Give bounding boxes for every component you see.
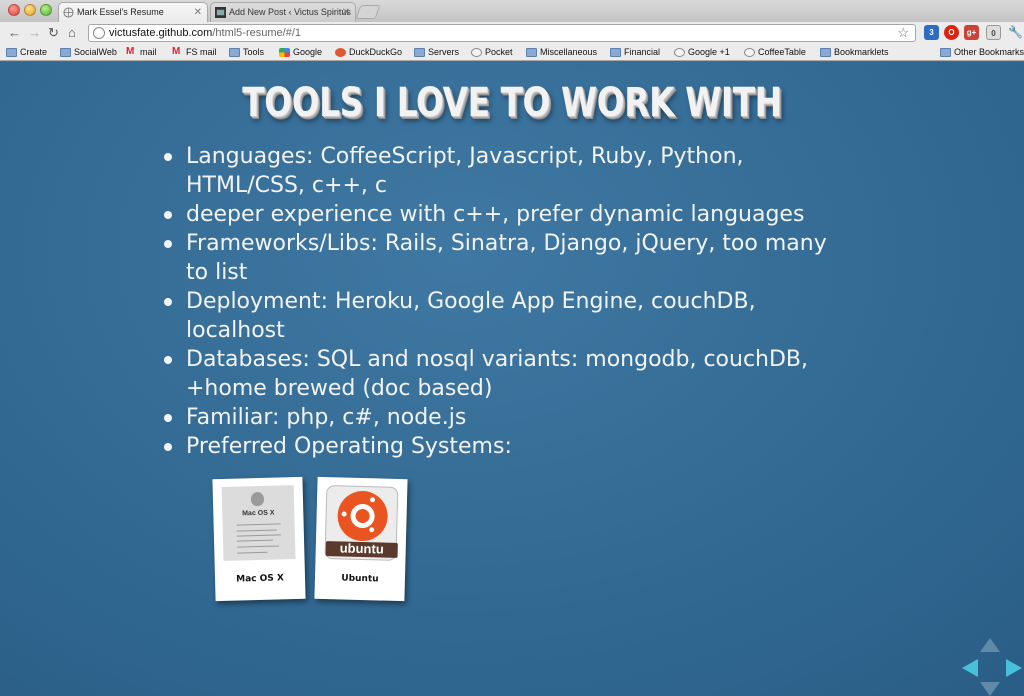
close-icon[interactable]: ✕ (194, 3, 202, 22)
slide-down-arrow-icon[interactable] (980, 682, 1000, 696)
globe-icon (744, 48, 755, 57)
duckduckgo-icon (335, 48, 346, 57)
new-tab-button[interactable] (355, 5, 381, 19)
back-arrow-icon[interactable]: ← (8, 24, 21, 42)
bookmark-google[interactable]: Google (279, 46, 322, 59)
window-close-button[interactable] (8, 4, 20, 16)
extension-icon[interactable]: 3 (924, 25, 939, 40)
bookmark-bookmarklets[interactable]: Bookmarklets (820, 46, 889, 59)
bookmark-fs-mail[interactable]: M FS mail (172, 46, 217, 59)
address-bar[interactable]: victusfate.github.com/html5-resume/#/1 ☆ (88, 24, 916, 42)
folder-icon (610, 48, 621, 57)
slide-up-arrow-icon[interactable] (980, 638, 1000, 652)
list-item: Databases: SQL and nosql variants: mongo… (164, 345, 846, 403)
bookmark-pocket[interactable]: Pocket (471, 46, 513, 59)
bookmark-coffeetable[interactable]: CoffeeTable (744, 46, 806, 59)
globe-icon (674, 48, 685, 57)
globe-icon (63, 7, 74, 18)
bookmark-duckduckgo[interactable]: DuckDuckGo (335, 46, 402, 59)
url-path: /html5-resume/#/1 (212, 27, 301, 39)
gmail-icon: M (172, 46, 181, 57)
text-line-decoration (236, 529, 277, 532)
bookmark-socialweb[interactable]: SocialWeb (60, 46, 117, 59)
counter-badge[interactable]: 0 (986, 25, 1001, 40)
bookmark-create[interactable]: Create (6, 46, 47, 59)
folder-icon (940, 48, 951, 57)
ubuntu-logo: ubuntu (324, 485, 399, 561)
folder-icon (60, 48, 71, 57)
list-item: Preferred Operating Systems: (164, 432, 846, 461)
text-line-decoration (237, 545, 280, 548)
list-item: Deployment: Heroku, Google App Engine, c… (164, 287, 846, 345)
mac-os-x-polaroid: Mac OS X Mac OS X (212, 476, 306, 602)
folder-icon (6, 48, 17, 57)
tab-strip: Mark Essel's Resume ✕ Add New Post ‹ Vic… (0, 0, 1024, 22)
home-icon[interactable]: ⌂ (68, 24, 76, 42)
tab-resume[interactable]: Mark Essel's Resume ✕ (58, 2, 208, 22)
bookmark-tools[interactable]: Tools (229, 46, 264, 59)
mac-os-x-caption: Mac OS X (236, 573, 285, 585)
bookmark-servers[interactable]: Servers (414, 46, 459, 59)
adblock-icon[interactable]: O (944, 25, 959, 40)
tools-list: Languages: CoffeeScript, Javascript, Rub… (164, 142, 846, 461)
ubuntu-circle-icon (336, 490, 389, 542)
url-host: victusfate.github.com (109, 27, 213, 39)
tab-label: Add New Post ‹ Victus Spiritus (229, 7, 351, 17)
list-item: Frameworks/Libs: Rails, Sinatra, Django,… (164, 229, 846, 287)
wordpress-icon (215, 7, 226, 18)
slide-title: TOOLS I LOVE TO WORK WITH (242, 80, 782, 126)
bookmark-star-icon[interactable]: ☆ (897, 25, 909, 41)
folder-icon (526, 48, 537, 57)
bookmark-financial[interactable]: Financial (610, 46, 660, 59)
text-line-decoration (237, 551, 268, 554)
bookmark-mail[interactable]: Mmail (126, 46, 157, 59)
bookmarks-bar: Create SocialWeb Mmail M FS mail Tools Go… (0, 44, 1024, 61)
ubuntu-wordmark: ubuntu (325, 540, 398, 558)
slide-page: TOOLS I LOVE TO WORK WITH Languages: Cof… (0, 62, 1024, 696)
text-line-decoration (236, 523, 281, 526)
slide-next-arrow-icon[interactable] (1006, 659, 1022, 677)
other-bookmarks[interactable]: Other Bookmarks (940, 46, 1024, 59)
page-info-icon[interactable] (93, 27, 105, 39)
globe-icon (471, 48, 482, 57)
slide-prev-arrow-icon[interactable] (962, 659, 978, 677)
bookmark-google-plus-one[interactable]: Google +1 (674, 46, 730, 59)
folder-icon (820, 48, 831, 57)
browser-toolbar: ← → ↻ ⌂ victusfate.github.com/html5-resu… (0, 22, 1024, 44)
forward-arrow-icon[interactable]: → (28, 24, 41, 42)
list-item: deeper experience with c++, prefer dynam… (164, 200, 846, 229)
bookmark-miscellaneous[interactable]: Miscellaneous (526, 46, 597, 59)
list-item: Languages: CoffeeScript, Javascript, Rub… (164, 142, 846, 200)
text-line-decoration (236, 534, 281, 537)
apple-logo-icon (250, 491, 265, 507)
window-minimize-button[interactable] (24, 4, 36, 16)
ubuntu-polaroid: ubuntu Ubuntu (314, 476, 408, 602)
text-line-decoration (237, 539, 274, 542)
google-plus-icon[interactable]: g+ (964, 25, 979, 40)
google-icon (279, 48, 290, 57)
window-maximize-button[interactable] (40, 4, 52, 16)
mac-os-x-screenshot: Mac OS X (221, 485, 296, 561)
tab-label: Mark Essel's Resume (77, 7, 164, 17)
ubuntu-caption: Ubuntu (341, 573, 379, 585)
mac-photo-title: Mac OS X (242, 509, 275, 518)
folder-icon (414, 48, 425, 57)
wrench-icon[interactable]: 🔧 (1008, 25, 1023, 39)
folder-icon (229, 48, 240, 57)
tab-add-new-post[interactable]: Add New Post ‹ Victus Spiritus ✕ (210, 2, 356, 22)
reload-icon[interactable]: ↻ (48, 24, 59, 42)
list-item: Familiar: php, c#, node.js (164, 403, 846, 432)
close-icon[interactable]: ✕ (342, 3, 350, 22)
gmail-icon: M (126, 46, 135, 57)
